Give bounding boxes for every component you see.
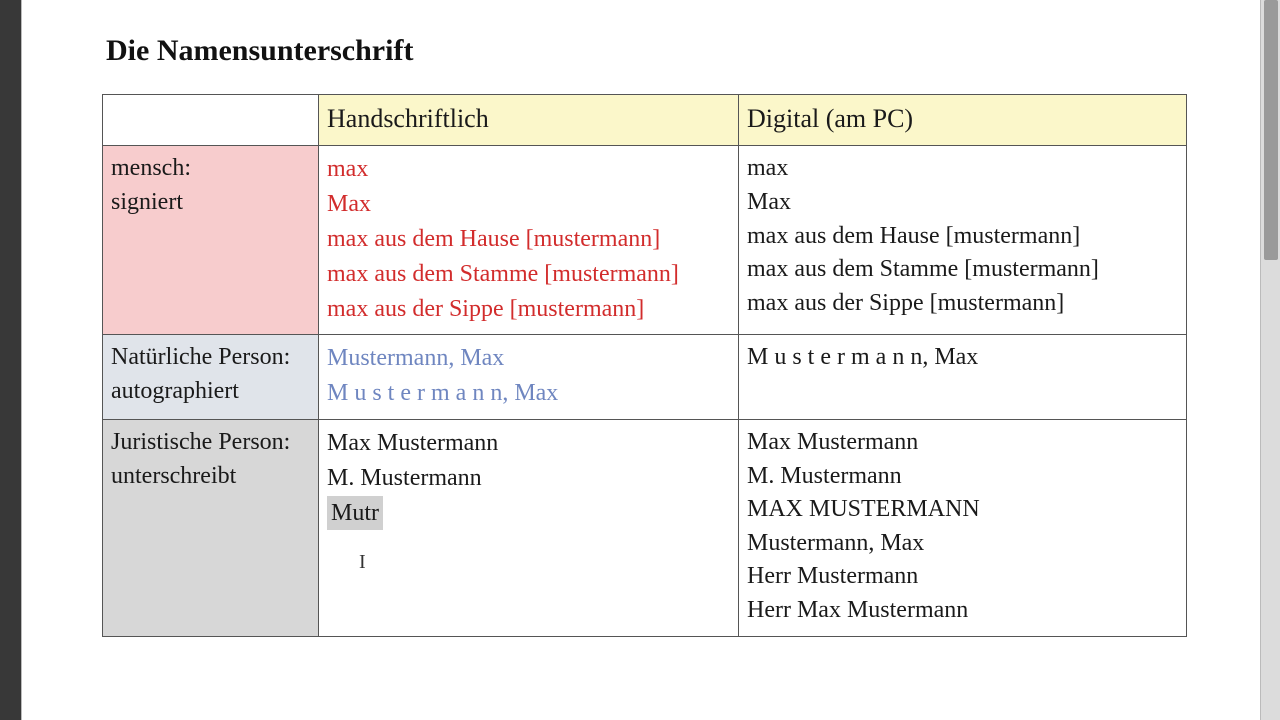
text-caret-icon: I — [359, 548, 730, 576]
digital-item: Max Mustermann — [747, 426, 1178, 460]
hand-item: max aus der Sippe [mustermann] — [327, 292, 730, 327]
hand-item: M. Mustermann — [327, 461, 730, 496]
digital-item: Mustermann, Max — [747, 527, 1178, 561]
digital-item: MAX MUSTERMANN — [747, 493, 1178, 527]
digital-item: max aus der Sippe [mustermann] — [747, 287, 1178, 321]
content-area: Die Namensunterschrift Handschriftlich D… — [102, 34, 1202, 637]
row-mensch: mensch: signiert max Max max aus dem Hau… — [103, 146, 1187, 335]
row-mensch-hand: max Max max aus dem Hause [mustermann] m… — [319, 146, 739, 335]
table-header-row: Handschriftlich Digital (am PC) — [103, 95, 1187, 146]
digital-item: max aus dem Hause [mustermann] — [747, 220, 1178, 254]
digital-item: Max — [747, 186, 1178, 220]
header-digital: Digital (am PC) — [739, 95, 1187, 146]
label-line: autographiert — [111, 375, 310, 409]
row-juristische-person: Juristische Person: unterschreibt Max Mu… — [103, 419, 1187, 636]
row-nat-label: Natürliche Person: autographiert — [103, 335, 319, 420]
digital-item: Herr Max Mustermann — [747, 594, 1178, 628]
label-line: Natürliche Person: — [111, 341, 310, 375]
label-line: Juristische Person: — [111, 426, 310, 460]
app-frame: Die Namensunterschrift Handschriftlich D… — [0, 0, 1280, 720]
document-page: Die Namensunterschrift Handschriftlich D… — [22, 0, 1260, 720]
row-mensch-digital: max Max max aus dem Hause [mustermann] m… — [739, 146, 1187, 335]
row-nat-hand: Mustermann, Max M u s t e r m a n n, Max — [319, 335, 739, 420]
page-title: Die Namensunterschrift — [106, 34, 1202, 68]
digital-item: max aus dem Stamme [mustermann] — [747, 253, 1178, 287]
hand-item: Max — [327, 187, 730, 222]
hand-item: max — [327, 152, 730, 187]
hand-item: Max Mustermann — [327, 426, 730, 461]
label-line: mensch: — [111, 152, 310, 186]
vertical-scrollbar[interactable] — [1261, 0, 1280, 720]
hand-item-highlighted: Mutr — [327, 496, 730, 531]
hand-item: max aus dem Stamme [mustermann] — [327, 257, 730, 292]
digital-item: max — [747, 152, 1178, 186]
hand-item: Mustermann, Max — [327, 341, 730, 376]
highlight-span: Mutr — [327, 496, 383, 531]
header-blank — [103, 95, 319, 146]
row-jur-digital: Max Mustermann M. Mustermann MAX MUSTERM… — [739, 419, 1187, 636]
digital-item: Herr Mustermann — [747, 560, 1178, 594]
label-line: signiert — [111, 186, 310, 220]
row-nat-digital: M u s t e r m a n n, Max — [739, 335, 1187, 420]
digital-item: M u s t e r m a n n, Max — [747, 341, 1178, 375]
header-handschriftlich: Handschriftlich — [319, 95, 739, 146]
digital-item: M. Mustermann — [747, 460, 1178, 494]
row-jur-label: Juristische Person: unterschreibt — [103, 419, 319, 636]
row-mensch-label: mensch: signiert — [103, 146, 319, 335]
row-natuerliche-person: Natürliche Person: autographiert Musterm… — [103, 335, 1187, 420]
signature-table: Handschriftlich Digital (am PC) mensch: … — [102, 94, 1187, 637]
label-line: unterschreibt — [111, 460, 310, 494]
hand-item: max aus dem Hause [mustermann] — [327, 222, 730, 257]
hand-item: M u s t e r m a n n, Max — [327, 376, 730, 411]
scrollbar-thumb[interactable] — [1264, 0, 1278, 260]
row-jur-hand: Max Mustermann M. Mustermann Mutr I — [319, 419, 739, 636]
